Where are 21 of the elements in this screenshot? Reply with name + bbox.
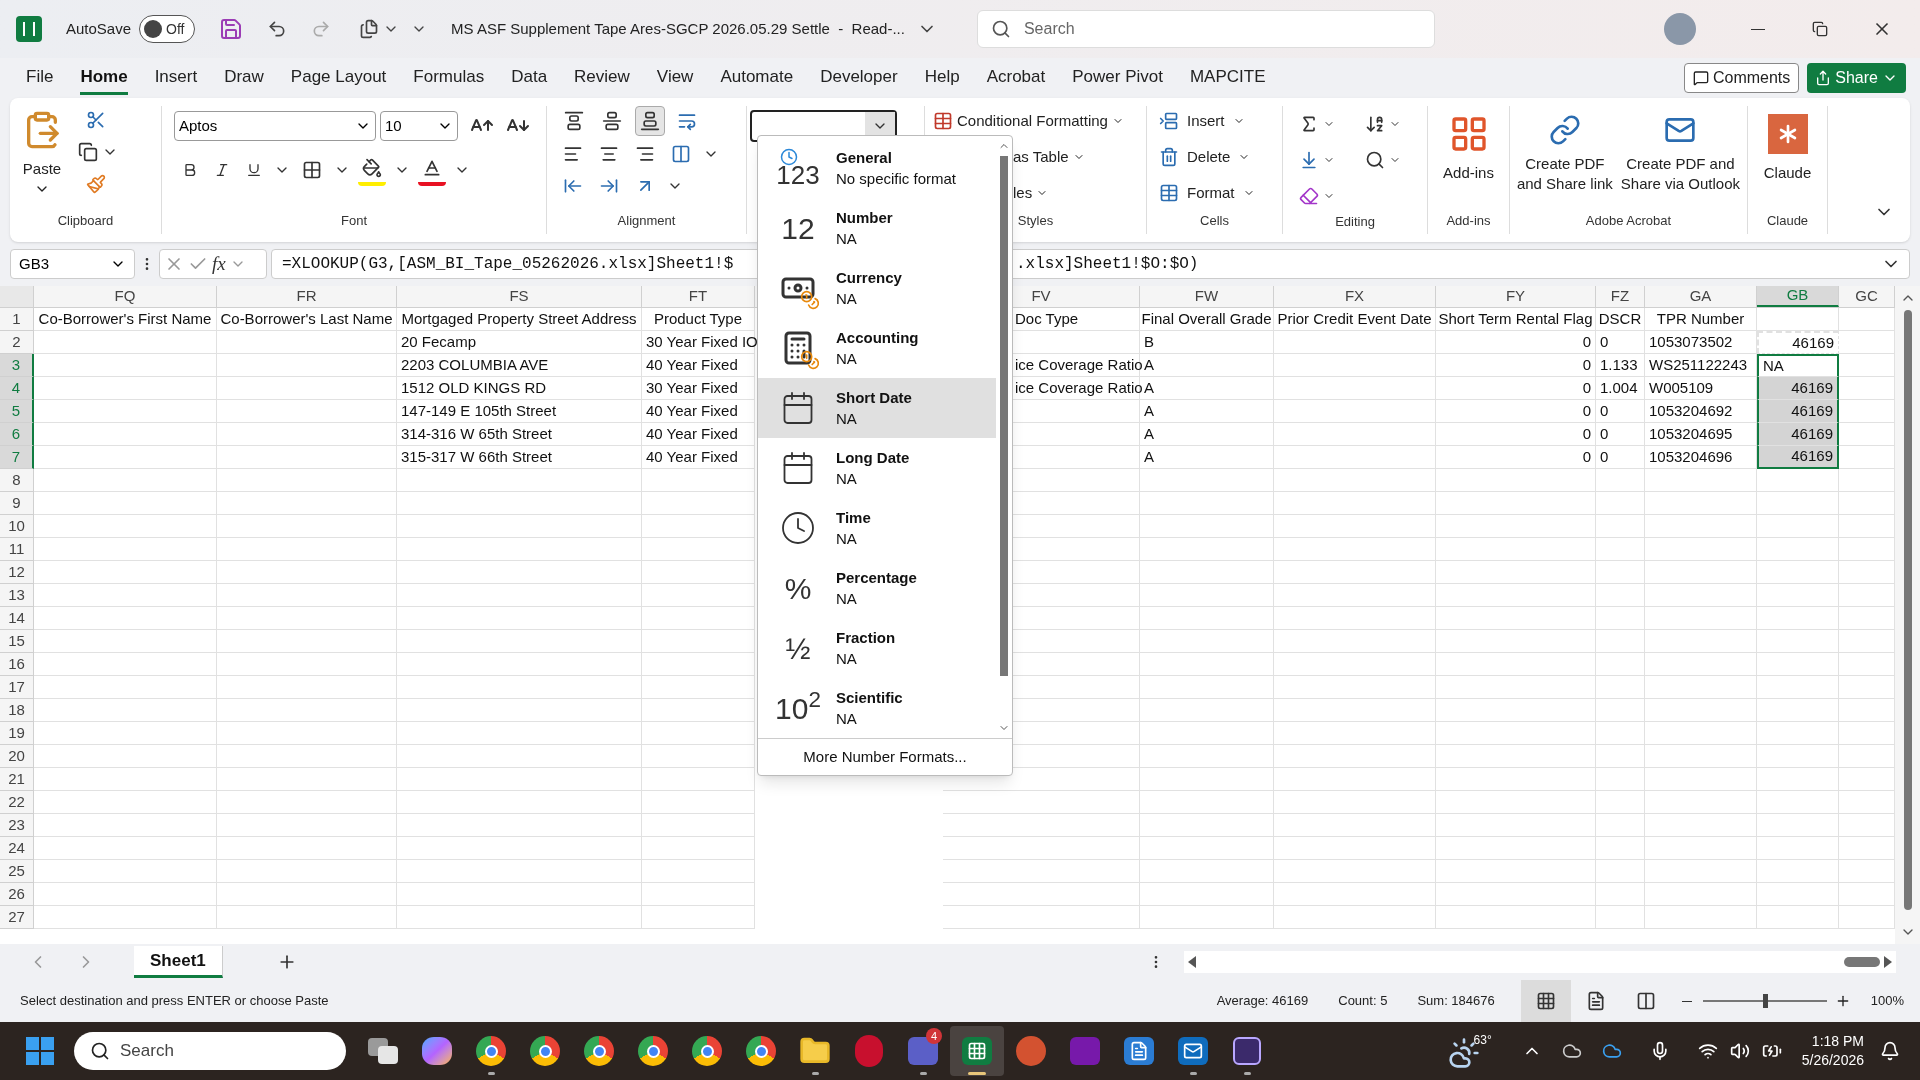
format-glyph-icon: 10$^{2}$ [772,686,824,730]
autosave-label: AutoSave [66,18,132,39]
average-readout: Average: 46169 [1216,992,1309,1011]
group-label: Alignment [617,212,676,231]
format-glyph-icon: ½ [772,626,824,670]
window-title: MS ASF Supplement Tape Ares-SGCP 2026.05.29 Settle - Read-... [451,18,905,39]
sum-readout: Sum: 184676 [1417,992,1495,1011]
group-label: Editing [1335,213,1375,232]
group-label: Font [341,212,367,231]
format-glyph-icon: 12 [772,206,824,250]
notification-badge: 4 [926,1028,942,1044]
count-readout: Count: 5 [1338,992,1388,1011]
group-label: Clipboard [57,212,114,231]
format-glyph-icon: % [772,566,824,610]
group-label: Add-ins [1446,212,1491,231]
group-label: Styles [1017,212,1054,231]
group-label: Cells [1200,212,1229,231]
status-message: Select destination and press ENTER or choose Paste [20,992,329,1011]
group-label: Claude [1766,212,1809,231]
group-label: Adobe Acrobat [1585,212,1672,231]
zoom-level: 100% [1870,992,1904,1011]
